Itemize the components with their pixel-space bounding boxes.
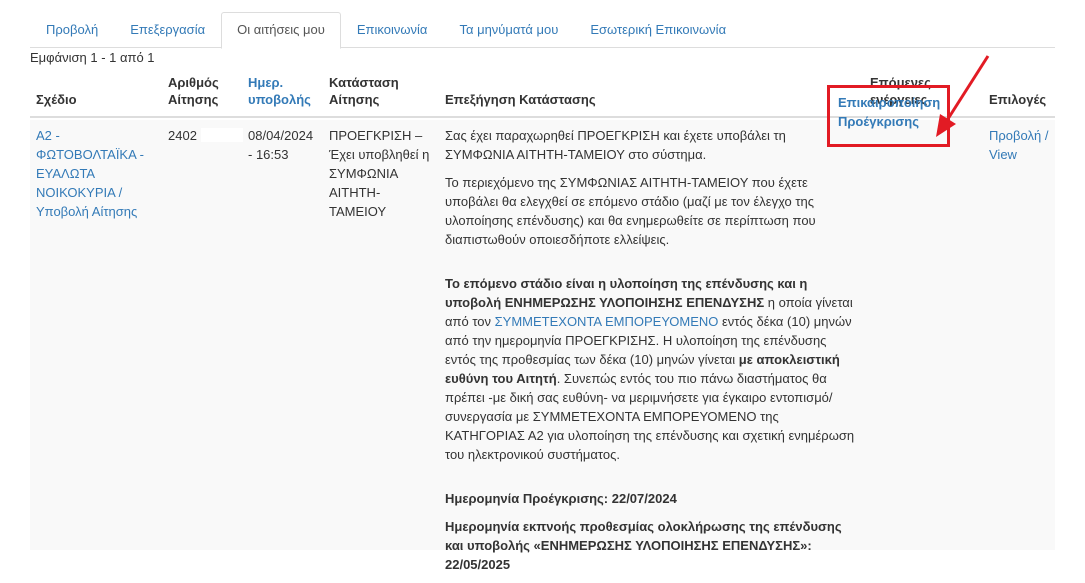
status-line: ΑΙΤΗΤΗ- bbox=[329, 185, 381, 200]
header-submit-date-line1: Ημερ. bbox=[248, 75, 284, 90]
participating-merchant-link[interactable]: ΣΥΜΜΕΤΕΧΟΝΤΑ ΕΜΠΟΡΕΥΟΜΕΝΟ bbox=[495, 314, 719, 329]
submit-time: - 16:53 bbox=[248, 147, 289, 162]
header-submit-date[interactable]: Ημερ. υποβολής bbox=[248, 74, 311, 108]
tab-internal-contact[interactable]: Εσωτερική Επικοινωνία bbox=[574, 12, 742, 48]
header-plan[interactable]: Σχέδιο bbox=[36, 91, 77, 108]
explanation-paragraph-2: Το περιεχόμενο της ΣΥΜΦΩΝΙΑΣ ΑΙΤΗΤΗ-ΤΑΜΕ… bbox=[445, 175, 816, 247]
app-number-cell: 2402 bbox=[168, 126, 244, 145]
status-line: ΣΥΜΦΩΝΙΑ bbox=[329, 166, 399, 181]
app-number: 2402 bbox=[168, 128, 197, 143]
status-line: Έχει υποβληθεί η bbox=[329, 147, 430, 162]
header-submit-date-line2: υποβολής bbox=[248, 92, 311, 107]
approval-date-text: Ημερομηνία Προέγκρισης: 22/07/2024 bbox=[445, 491, 677, 506]
update-preapproval-line2: Προέγκρισης bbox=[838, 114, 919, 129]
plan-link-line: ΦΩΤΟΒΟΛΤΑΪΚΑ - bbox=[36, 147, 144, 162]
explanation-paragraph-3: Το επόμενο στάδιο είναι η υλοποίηση της … bbox=[445, 274, 857, 464]
submit-date-cell: 08/04/2024 - 16:53 bbox=[248, 126, 326, 164]
header-status[interactable]: Κατάσταση Αίτησης bbox=[329, 74, 399, 108]
status-explanation-cell: Σας έχει παραχωρηθεί ΠΡΟΕΓΚΡΙΣΗ και έχετ… bbox=[445, 126, 857, 583]
header-app-number[interactable]: Αριθμός Αίτησης bbox=[168, 74, 219, 108]
table-row: Α2 - ΦΩΤΟΒΟΛΤΑΪΚΑ - ΕΥΑΛΩΤΑ ΝΟΙΚΟΚΥΡΙΑ /… bbox=[30, 120, 1055, 572]
deadline-date: Ημερομηνία εκπνοής προθεσμίας ολοκλήρωση… bbox=[445, 517, 857, 574]
tab-my-messages[interactable]: Τα μηνύματά μου bbox=[443, 12, 574, 48]
approval-date: Ημερομηνία Προέγκρισης: 22/07/2024 bbox=[445, 489, 857, 508]
results-summary: Εμφάνιση 1 - 1 από 1 bbox=[30, 50, 155, 65]
tab-my-applications[interactable]: Οι αιτήσεις μου bbox=[221, 12, 341, 49]
plan-link-line: ΕΥΑΛΩΤΑ bbox=[36, 166, 96, 181]
header-status-line2: Αίτησης bbox=[329, 92, 380, 107]
header-status-explanation[interactable]: Επεξήγηση Κατάστασης bbox=[445, 91, 596, 108]
tab-contact[interactable]: Επικοινωνία bbox=[341, 12, 444, 48]
status-cell: ΠΡΟΕΓΚΡΙΣΗ – Έχει υποβληθεί η ΣΥΜΦΩΝΙΑ Α… bbox=[329, 126, 441, 221]
view-link[interactable]: Προβολή / View bbox=[989, 126, 1055, 164]
view-link-line: View bbox=[989, 147, 1017, 162]
update-preapproval-line1: Επικαιροποίηση bbox=[838, 95, 941, 110]
plan-link-line: Α2 - bbox=[36, 128, 60, 143]
explanation-paragraph-1: Σας έχει παραχωρηθεί ΠΡΟΕΓΚΡΙΣΗ και έχετ… bbox=[445, 128, 786, 162]
deadline-date-text: Ημερομηνία εκπνοής προθεσμίας ολοκλήρωση… bbox=[445, 519, 842, 572]
redaction-mask bbox=[200, 128, 243, 142]
plan-link-line: Υποβολή Αίτησης bbox=[36, 204, 138, 219]
header-app-number-line1: Αριθμός bbox=[168, 75, 219, 90]
status-line: ΠΡΟΕΓΚΡΙΣΗ – bbox=[329, 128, 423, 143]
header-app-number-line2: Αίτησης bbox=[168, 92, 219, 107]
tab-edit[interactable]: Επεξεργασία bbox=[114, 12, 221, 48]
view-link-line: Προβολή / bbox=[989, 128, 1049, 143]
header-options: Επιλογές bbox=[989, 92, 1047, 107]
tab-view[interactable]: Προβολή bbox=[30, 12, 114, 48]
plan-link[interactable]: Α2 - ΦΩΤΟΒΟΛΤΑΪΚΑ - ΕΥΑΛΩΤΑ ΝΟΙΚΟΚΥΡΙΑ /… bbox=[36, 126, 162, 221]
update-preapproval-link[interactable]: Επικαιροποίηση Προέγκρισης bbox=[838, 93, 948, 131]
header-status-line1: Κατάσταση bbox=[329, 75, 399, 90]
tab-bar: Προβολή Επεξεργασία Οι αιτήσεις μου Επικ… bbox=[30, 12, 1055, 49]
next-stage-bold: Το επόμενο στάδιο είναι η υλοποίηση της … bbox=[445, 276, 808, 310]
plan-link-line: ΝΟΙΚΟΚΥΡΙΑ / bbox=[36, 185, 123, 200]
status-line: ΤΑΜΕΙΟΥ bbox=[329, 204, 387, 219]
submit-date: 08/04/2024 bbox=[248, 128, 314, 143]
